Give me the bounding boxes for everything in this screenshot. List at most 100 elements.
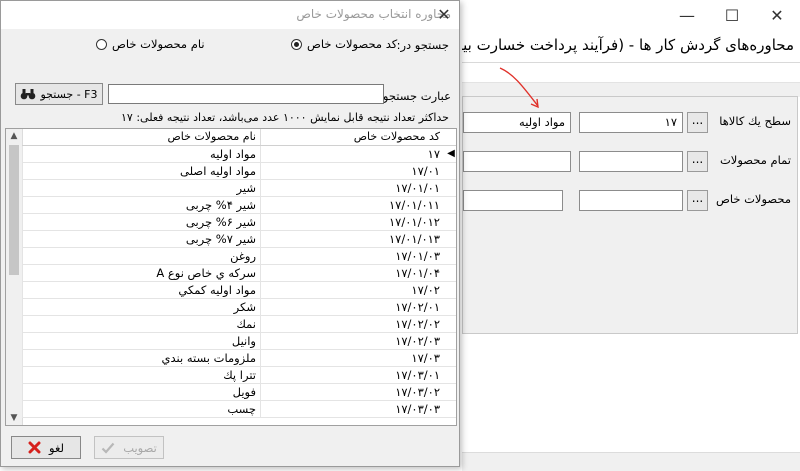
table-row[interactable]: ۱۷/۰۱/۰۴ سركه ي خاص نوع A bbox=[22, 265, 456, 282]
cell-code: ۱۷/۰۱/۰۱۱ bbox=[260, 197, 444, 213]
special-products-lookup-button[interactable]: ... bbox=[687, 190, 708, 211]
all-products-code-field[interactable] bbox=[579, 151, 683, 172]
table-row[interactable]: ۱۷/۰۱/۰۱ شیر bbox=[22, 180, 456, 197]
cell-name: تترا پك bbox=[22, 367, 260, 383]
cell-name: مواد اولیه bbox=[22, 146, 260, 162]
cell-code: ۱۷/۰۲ bbox=[260, 282, 444, 298]
dialog-close-button[interactable]: ✕ bbox=[431, 3, 457, 27]
maximize-button[interactable]: ☐ bbox=[710, 0, 754, 30]
cell-code: ۱۷/۰۱/۰۱۲ bbox=[260, 214, 444, 230]
cell-code: ۱۷/۰۱/۰۱ bbox=[260, 180, 444, 196]
cell-code: ۱۷/۰۱ bbox=[260, 163, 444, 179]
window-close-button[interactable]: ✕ bbox=[755, 0, 799, 30]
table-row[interactable]: ۱۷/۰۳ ملزومات بسته بندي bbox=[22, 350, 456, 367]
goods-level-lookup-button[interactable]: ... bbox=[687, 112, 708, 133]
dialog-title: محاوره انتخاب محصولات خاص bbox=[296, 7, 451, 21]
red-x-icon bbox=[28, 441, 41, 454]
annotation-arrow-icon bbox=[499, 67, 539, 109]
table-row[interactable]: ۱۷/۰۳/۰۱ تترا پك bbox=[22, 367, 456, 384]
results-grid: ▲ ▼ كد محصولات خاص نام محصولات خاص ۱۷ موا… bbox=[5, 128, 457, 426]
radio-selected-icon bbox=[291, 38, 302, 50]
all-products-lookup-button[interactable]: ... bbox=[687, 151, 708, 172]
workflow-heading: محاوره‌های گردش کار ها - (فرآیند پرداخت … bbox=[462, 32, 800, 62]
cell-code: ۱۷/۰۲/۰۱ bbox=[260, 299, 444, 315]
cell-name: نمك bbox=[22, 316, 260, 332]
dialog-titlebar: محاوره انتخاب محصولات خاص ✕ bbox=[1, 1, 459, 29]
cell-name: شیر bbox=[22, 180, 260, 196]
filter-panel: سطح یك كالاها ... ۱۷ مواد اولیه تمام محص… bbox=[462, 96, 798, 334]
table-row[interactable]: ۱۷/۰۱/۰۳ روغن bbox=[22, 248, 456, 265]
cell-code: ۱۷ bbox=[260, 146, 444, 162]
search-button[interactable]: جستجو - F3 bbox=[15, 83, 103, 105]
goods-level-code-field[interactable]: ۱۷ bbox=[579, 112, 683, 133]
cell-name: فويل bbox=[22, 384, 260, 400]
table-row[interactable]: ۱۷/۰۲/۰۱ شكر bbox=[22, 299, 456, 316]
cell-code: ۱۷/۰۳/۰۳ bbox=[260, 401, 444, 417]
radio-name-label: نام محصولات خاص bbox=[112, 37, 205, 51]
workflow-heading-text: محاوره‌های گردش کار ها - (فرآیند پرداخت … bbox=[462, 36, 794, 54]
scroll-thumb[interactable] bbox=[9, 145, 19, 275]
cell-name: شكر bbox=[22, 299, 260, 315]
cell-name: روغن bbox=[22, 248, 260, 264]
all-products-name-field[interactable] bbox=[463, 151, 571, 172]
cell-name: وانیل bbox=[22, 333, 260, 349]
table-row[interactable]: ۱۷/۰۱/۰۱۳ شیر ۷% چربی bbox=[22, 231, 456, 248]
status-bar bbox=[462, 452, 800, 471]
cell-code: ۱۷/۰۱/۰۱۳ bbox=[260, 231, 444, 247]
table-row[interactable]: ۱۷/۰۳/۰۳ چسب bbox=[22, 401, 456, 418]
field-label-all-products: تمام محصولات bbox=[719, 153, 791, 167]
cell-name: ملزومات بسته بندي bbox=[22, 350, 260, 366]
search-in-label: جستجو در: bbox=[396, 38, 449, 52]
cell-code: ۱۷/۰۲/۰۳ bbox=[260, 333, 444, 349]
table-row[interactable]: ۱۷/۰۱/۰۱۲ شیر ۶% چربی bbox=[22, 214, 456, 231]
column-header-code[interactable]: كد محصولات خاص bbox=[260, 129, 444, 145]
cancel-button-label: لغو bbox=[49, 440, 64, 455]
background-bottom-area bbox=[462, 336, 800, 470]
cell-code: ۱۷/۰۱/۰۴ bbox=[260, 265, 444, 281]
field-label-goods-level: سطح یك كالاها bbox=[719, 114, 791, 128]
minimize-button[interactable]: — bbox=[665, 0, 709, 30]
table-row[interactable]: ۱۷/۰۱/۰۱۱ شیر ۴% چربی bbox=[22, 197, 456, 214]
current-row-indicator-icon: ◀ bbox=[447, 148, 455, 159]
grid-header: كد محصولات خاص نام محصولات خاص bbox=[22, 129, 456, 146]
approve-button[interactable]: تصویب bbox=[94, 436, 164, 459]
result-count-info: حداكثر تعداد نتیجه قابل نمایش ۱۰۰۰ عدد م… bbox=[121, 111, 449, 124]
binoculars-icon bbox=[21, 89, 36, 100]
cell-code: ۱۷/۰۳/۰۲ bbox=[260, 384, 444, 400]
table-row[interactable]: ۱۷/۰۲/۰۲ نمك bbox=[22, 316, 456, 333]
cancel-button[interactable]: لغو bbox=[11, 436, 81, 459]
checkmark-icon bbox=[101, 442, 115, 454]
cell-code: ۱۷/۰۲/۰۲ bbox=[260, 316, 444, 332]
scroll-up-icon[interactable]: ▲ bbox=[6, 129, 22, 143]
table-row[interactable]: ۱۷/۰۲ مواد اولیه كمكي bbox=[22, 282, 456, 299]
table-row[interactable]: ۱۷/۰۳/۰۲ فويل bbox=[22, 384, 456, 401]
cell-name: مواد اولیه اصلی bbox=[22, 163, 260, 179]
search-button-label: جستجو - F3 bbox=[40, 87, 98, 101]
special-products-name-field[interactable] bbox=[463, 190, 563, 211]
cell-code: ۱۷/۰۱/۰۳ bbox=[260, 248, 444, 264]
cell-code: ۱۷/۰۳/۰۱ bbox=[260, 367, 444, 383]
approve-button-label: تصویب bbox=[123, 440, 157, 455]
vertical-scrollbar[interactable]: ▲ ▼ bbox=[6, 129, 23, 425]
field-label-special-products: محصولات خاص bbox=[715, 192, 791, 206]
search-phrase-input[interactable] bbox=[108, 84, 384, 104]
scroll-down-icon[interactable]: ▼ bbox=[6, 411, 22, 425]
search-phrase-label: عبارت جستجو bbox=[382, 89, 451, 103]
radio-code-label: كد محصولات خاص bbox=[307, 37, 398, 51]
cell-name: چسب bbox=[22, 401, 260, 417]
select-special-products-dialog: محاوره انتخاب محصولات خاص ✕ جستجو در: كد… bbox=[0, 0, 460, 467]
cell-code: ۱۷/۰۳ bbox=[260, 350, 444, 366]
radio-search-by-name[interactable]: نام محصولات خاص bbox=[96, 37, 205, 51]
special-products-code-field[interactable] bbox=[579, 190, 683, 211]
column-header-name[interactable]: نام محصولات خاص bbox=[22, 129, 260, 145]
radio-search-by-code[interactable]: كد محصولات خاص bbox=[291, 37, 397, 51]
cell-name: مواد اولیه كمكي bbox=[22, 282, 260, 298]
cell-name: سركه ي خاص نوع A bbox=[22, 265, 260, 281]
cell-name: شیر ۴% چربی bbox=[22, 197, 260, 213]
cell-name: شیر ۶% چربی bbox=[22, 214, 260, 230]
radio-unselected-icon bbox=[96, 38, 107, 50]
table-row[interactable]: ۱۷ مواد اولیه ◀ bbox=[22, 146, 456, 163]
table-row[interactable]: ۱۷/۰۲/۰۳ وانیل bbox=[22, 333, 456, 350]
table-row[interactable]: ۱۷/۰۱ مواد اولیه اصلی bbox=[22, 163, 456, 180]
cell-name: شیر ۷% چربی bbox=[22, 231, 260, 247]
